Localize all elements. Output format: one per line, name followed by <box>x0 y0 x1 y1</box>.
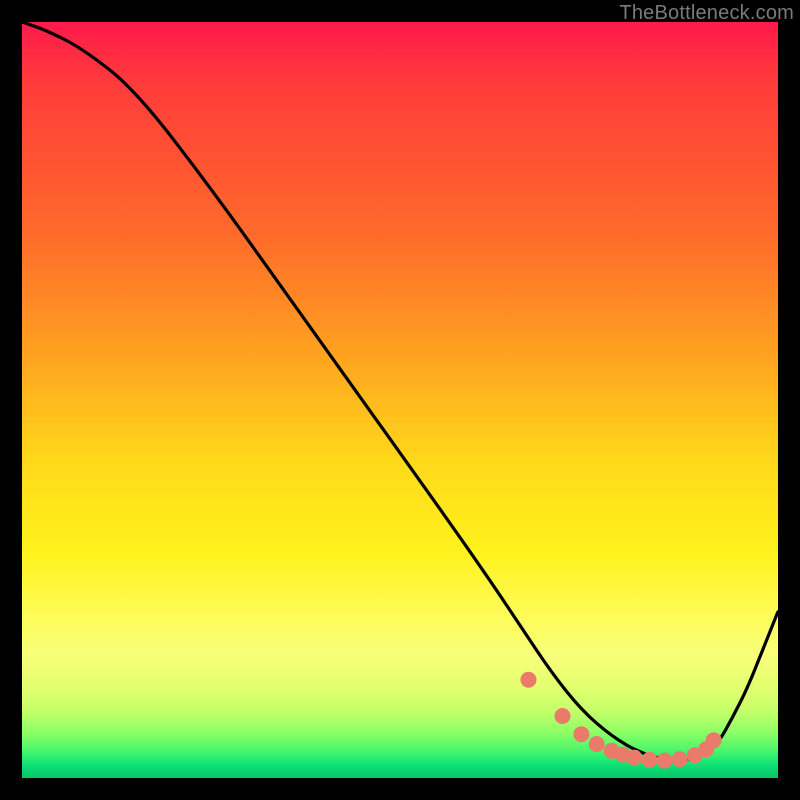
marker-dot <box>521 672 537 688</box>
marker-dot <box>573 726 589 742</box>
marker-dot <box>657 753 673 769</box>
watermark-text: TheBottleneck.com <box>619 2 794 25</box>
marker-dot <box>642 752 658 768</box>
bottleneck-curve <box>22 22 778 760</box>
chart-frame: TheBottleneck.com <box>0 0 800 800</box>
marker-dot <box>706 732 722 748</box>
marker-dot <box>555 708 571 724</box>
chart-svg <box>22 22 778 778</box>
marker-dot <box>626 750 642 766</box>
marker-dots <box>521 672 722 769</box>
marker-dot <box>672 751 688 767</box>
marker-dot <box>589 736 605 752</box>
